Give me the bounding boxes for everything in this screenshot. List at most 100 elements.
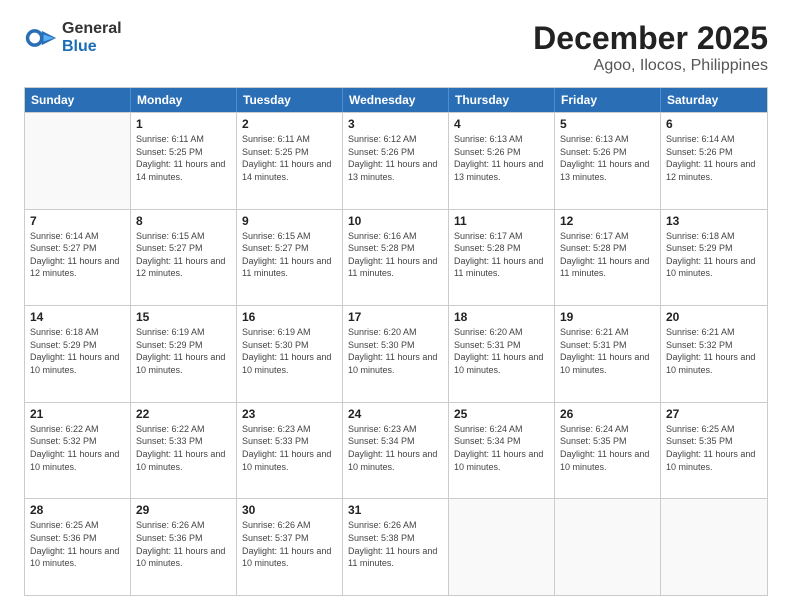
day-info: Sunrise: 6:13 AMSunset: 5:26 PMDaylight:… xyxy=(560,133,655,183)
cal-cell-empty-4-4 xyxy=(449,499,555,595)
cal-cell-20: 20Sunrise: 6:21 AMSunset: 5:32 PMDayligh… xyxy=(661,306,767,402)
day-info: Sunrise: 6:24 AMSunset: 5:34 PMDaylight:… xyxy=(454,423,549,473)
calendar-row-5: 28 Sunrise: 6:25 AMSunset: 5:36 PMDayligh… xyxy=(25,498,767,595)
cal-cell-22: 22Sunrise: 6:22 AMSunset: 5:33 PMDayligh… xyxy=(131,403,237,499)
cal-cell-empty-4-5 xyxy=(555,499,661,595)
day-info: Sunrise: 6:13 AMSunset: 5:26 PMDaylight:… xyxy=(454,133,549,183)
day-number: 18 xyxy=(454,310,549,324)
page: General Blue December 2025 Agoo, Ilocos,… xyxy=(0,0,792,612)
day-info: Sunrise: 6:17 AMSunset: 5:28 PMDaylight:… xyxy=(560,230,655,280)
day-number: 14 xyxy=(30,310,125,324)
cal-cell-5: 5 Sunrise: 6:13 AMSunset: 5:26 PMDaylight… xyxy=(555,113,661,209)
day-number: 5 xyxy=(560,117,655,131)
logo-text: General Blue xyxy=(62,20,122,55)
day-number: 16 xyxy=(242,310,337,324)
day-info: Sunrise: 6:22 AMSunset: 5:32 PMDaylight:… xyxy=(30,423,125,473)
day-info: Sunrise: 6:22 AMSunset: 5:33 PMDaylight:… xyxy=(136,423,231,473)
cal-cell-18: 18 Sunrise: 6:20 AMSunset: 5:31 PMDayligh… xyxy=(449,306,555,402)
day-info: Sunrise: 6:20 AMSunset: 5:31 PMDaylight:… xyxy=(454,326,549,376)
day-info: Sunrise: 6:25 AMSunset: 5:36 PMDaylight:… xyxy=(30,519,125,569)
day-info: Sunrise: 6:15 AMSunset: 5:27 PMDaylight:… xyxy=(242,230,337,280)
cal-cell-26: 26Sunrise: 6:24 AMSunset: 5:35 PMDayligh… xyxy=(555,403,661,499)
day-info: Sunrise: 6:21 AMSunset: 5:32 PMDaylight:… xyxy=(666,326,762,376)
day-number: 3 xyxy=(348,117,443,131)
cal-cell-19: 19 Sunrise: 6:21 AMSunset: 5:31 PMDayligh… xyxy=(555,306,661,402)
calendar-body: 1 Sunrise: 6:11 AMSunset: 5:25 PMDaylight… xyxy=(25,112,767,595)
header-day-saturday: Saturday xyxy=(661,88,767,112)
day-number: 7 xyxy=(30,214,125,228)
day-number: 1 xyxy=(136,117,231,131)
day-number: 30 xyxy=(242,503,337,517)
day-info: Sunrise: 6:18 AMSunset: 5:29 PMDaylight:… xyxy=(666,230,762,280)
cal-cell-7: 7 Sunrise: 6:14 AMSunset: 5:27 PMDaylight… xyxy=(25,210,131,306)
day-info: Sunrise: 6:26 AMSunset: 5:37 PMDaylight:… xyxy=(242,519,337,569)
day-info: Sunrise: 6:25 AMSunset: 5:35 PMDaylight:… xyxy=(666,423,762,473)
cal-cell-3: 3Sunrise: 6:12 AMSunset: 5:26 PMDaylight… xyxy=(343,113,449,209)
day-info: Sunrise: 6:17 AMSunset: 5:28 PMDaylight:… xyxy=(454,230,549,280)
cal-cell-25: 25 Sunrise: 6:24 AMSunset: 5:34 PMDayligh… xyxy=(449,403,555,499)
day-info: Sunrise: 6:11 AMSunset: 5:25 PMDaylight:… xyxy=(136,133,231,183)
cal-cell-31: 31 Sunrise: 6:26 AMSunset: 5:38 PMDayligh… xyxy=(343,499,449,595)
header-day-friday: Friday xyxy=(555,88,661,112)
day-info: Sunrise: 6:18 AMSunset: 5:29 PMDaylight:… xyxy=(30,326,125,376)
title-block: December 2025 Agoo, Ilocos, Philippines xyxy=(533,20,768,75)
cal-cell-6: 6Sunrise: 6:14 AMSunset: 5:26 PMDaylight… xyxy=(661,113,767,209)
calendar-row-2: 7 Sunrise: 6:14 AMSunset: 5:27 PMDaylight… xyxy=(25,209,767,306)
day-info: Sunrise: 6:21 AMSunset: 5:31 PMDaylight:… xyxy=(560,326,655,376)
cal-cell-15: 15 Sunrise: 6:19 AMSunset: 5:29 PMDayligh… xyxy=(131,306,237,402)
day-info: Sunrise: 6:11 AMSunset: 5:25 PMDaylight:… xyxy=(242,133,337,183)
cal-cell-29: 29 Sunrise: 6:26 AMSunset: 5:36 PMDayligh… xyxy=(131,499,237,595)
cal-cell-4: 4Sunrise: 6:13 AMSunset: 5:26 PMDaylight… xyxy=(449,113,555,209)
header-day-monday: Monday xyxy=(131,88,237,112)
logo-blue: Blue xyxy=(62,38,122,56)
day-info: Sunrise: 6:24 AMSunset: 5:35 PMDaylight:… xyxy=(560,423,655,473)
day-number: 19 xyxy=(560,310,655,324)
day-number: 31 xyxy=(348,503,443,517)
day-number: 25 xyxy=(454,407,549,421)
cal-cell-24: 24 Sunrise: 6:23 AMSunset: 5:34 PMDayligh… xyxy=(343,403,449,499)
header-day-wednesday: Wednesday xyxy=(343,88,449,112)
day-number: 17 xyxy=(348,310,443,324)
cal-cell-30: 30 Sunrise: 6:26 AMSunset: 5:37 PMDayligh… xyxy=(237,499,343,595)
cal-cell-1: 1 Sunrise: 6:11 AMSunset: 5:25 PMDaylight… xyxy=(131,113,237,209)
cal-cell-8: 8Sunrise: 6:15 AMSunset: 5:27 PMDaylight… xyxy=(131,210,237,306)
day-info: Sunrise: 6:19 AMSunset: 5:29 PMDaylight:… xyxy=(136,326,231,376)
day-number: 21 xyxy=(30,407,125,421)
day-info: Sunrise: 6:16 AMSunset: 5:28 PMDaylight:… xyxy=(348,230,443,280)
cal-cell-12: 12Sunrise: 6:17 AMSunset: 5:28 PMDayligh… xyxy=(555,210,661,306)
day-info: Sunrise: 6:26 AMSunset: 5:38 PMDaylight:… xyxy=(348,519,443,569)
day-number: 29 xyxy=(136,503,231,517)
day-number: 24 xyxy=(348,407,443,421)
cal-cell-13: 13Sunrise: 6:18 AMSunset: 5:29 PMDayligh… xyxy=(661,210,767,306)
cal-cell-23: 23 Sunrise: 6:23 AMSunset: 5:33 PMDayligh… xyxy=(237,403,343,499)
cal-cell-14: 14 Sunrise: 6:18 AMSunset: 5:29 PMDayligh… xyxy=(25,306,131,402)
calendar: SundayMondayTuesdayWednesdayThursdayFrid… xyxy=(24,87,768,596)
header-day-thursday: Thursday xyxy=(449,88,555,112)
day-number: 6 xyxy=(666,117,762,131)
day-info: Sunrise: 6:26 AMSunset: 5:36 PMDaylight:… xyxy=(136,519,231,569)
day-info: Sunrise: 6:14 AMSunset: 5:27 PMDaylight:… xyxy=(30,230,125,280)
day-number: 2 xyxy=(242,117,337,131)
logo: General Blue xyxy=(24,20,122,55)
day-number: 9 xyxy=(242,214,337,228)
day-number: 15 xyxy=(136,310,231,324)
calendar-row-1: 1 Sunrise: 6:11 AMSunset: 5:25 PMDaylight… xyxy=(25,112,767,209)
day-number: 10 xyxy=(348,214,443,228)
cal-cell-empty-4-6 xyxy=(661,499,767,595)
calendar-row-4: 21 Sunrise: 6:22 AMSunset: 5:32 PMDayligh… xyxy=(25,402,767,499)
day-number: 27 xyxy=(666,407,762,421)
day-number: 28 xyxy=(30,503,125,517)
calendar-row-3: 14 Sunrise: 6:18 AMSunset: 5:29 PMDayligh… xyxy=(25,305,767,402)
cal-cell-empty-0-0 xyxy=(25,113,131,209)
day-number: 11 xyxy=(454,214,549,228)
day-info: Sunrise: 6:19 AMSunset: 5:30 PMDaylight:… xyxy=(242,326,337,376)
cal-cell-10: 10 Sunrise: 6:16 AMSunset: 5:28 PMDayligh… xyxy=(343,210,449,306)
day-info: Sunrise: 6:20 AMSunset: 5:30 PMDaylight:… xyxy=(348,326,443,376)
day-info: Sunrise: 6:23 AMSunset: 5:34 PMDaylight:… xyxy=(348,423,443,473)
page-title: December 2025 xyxy=(533,20,768,57)
logo-icon xyxy=(24,22,56,54)
cal-cell-16: 16 Sunrise: 6:19 AMSunset: 5:30 PMDayligh… xyxy=(237,306,343,402)
header: General Blue December 2025 Agoo, Ilocos,… xyxy=(24,20,768,75)
day-number: 23 xyxy=(242,407,337,421)
day-info: Sunrise: 6:23 AMSunset: 5:33 PMDaylight:… xyxy=(242,423,337,473)
